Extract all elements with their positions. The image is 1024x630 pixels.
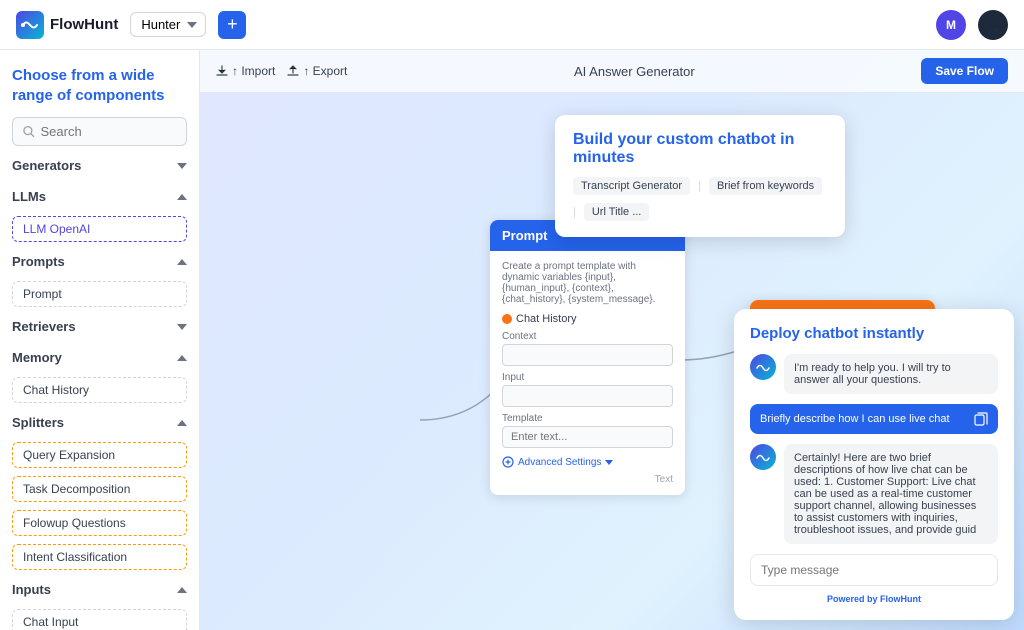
component-chat-input[interactable]: Chat Input bbox=[12, 609, 187, 630]
bot-avatar-2 bbox=[750, 444, 776, 470]
footer-brand: FlowHunt bbox=[880, 594, 921, 604]
add-button[interactable]: + bbox=[218, 11, 246, 39]
bot-bubble-2: Certainly! Here are two brief descriptio… bbox=[784, 444, 998, 544]
chevron-down-icon bbox=[177, 163, 187, 169]
chevron-down-icon2 bbox=[177, 324, 187, 330]
tag-url[interactable]: Url Title ... bbox=[584, 203, 650, 221]
flow-title: AI Answer Generator bbox=[359, 64, 909, 79]
chat-panel: Deploy chatbot instantly I'm ready to he… bbox=[734, 309, 1014, 620]
chevron-up-icon5 bbox=[177, 587, 187, 593]
chat-input-row[interactable] bbox=[750, 554, 998, 586]
chat-panel-title: Deploy chatbot instantly bbox=[750, 325, 998, 342]
export-icon bbox=[287, 65, 299, 77]
canvas[interactable]: ↑ Import ↑ Export AI Answer Generator Sa… bbox=[200, 50, 1024, 630]
component-llm-openai[interactable]: LLM OpenAI bbox=[12, 216, 187, 242]
template-label: Template bbox=[502, 413, 673, 424]
sidebar: Choose from a wide range of components G… bbox=[0, 50, 200, 630]
avatar: M bbox=[936, 10, 966, 40]
bot-message-2: Certainly! Here are two brief descriptio… bbox=[750, 444, 998, 544]
chat-history-label: Chat History bbox=[516, 313, 577, 325]
bot-message-1: I'm ready to help you. I will try to ans… bbox=[750, 354, 998, 394]
chevron-up-icon2 bbox=[177, 259, 187, 265]
workspace-select[interactable]: Hunter bbox=[130, 12, 206, 37]
app-name: FlowHunt bbox=[50, 16, 118, 33]
settings-icon bbox=[502, 456, 514, 468]
prompt-description: Create a prompt template with dynamic va… bbox=[502, 261, 673, 305]
bot-avatar bbox=[750, 354, 776, 380]
text-label: Text bbox=[502, 474, 673, 485]
copy-icon bbox=[974, 412, 988, 426]
tooltip-title: Build your custom chatbot in minutes bbox=[573, 131, 827, 167]
template-input[interactable] bbox=[502, 426, 673, 448]
tag-brief[interactable]: Brief from keywords bbox=[709, 177, 822, 195]
context-input[interactable] bbox=[502, 344, 673, 366]
sidebar-title: Choose from a wide range of components bbox=[12, 66, 187, 105]
user-message: Briefly describe how I can use live chat bbox=[750, 404, 998, 434]
canvas-toolbar: ↑ Import ↑ Export AI Answer Generator Sa… bbox=[200, 50, 1024, 93]
bot-bubble-1: I'm ready to help you. I will try to ans… bbox=[784, 354, 998, 394]
section-splitters[interactable]: Splitters bbox=[12, 411, 187, 434]
component-followup-questions[interactable]: Folowup Questions bbox=[12, 510, 187, 536]
search-box[interactable] bbox=[12, 117, 187, 146]
component-prompt[interactable]: Prompt bbox=[12, 281, 187, 307]
component-query-expansion[interactable]: Query Expansion bbox=[12, 442, 187, 468]
logo-icon bbox=[16, 11, 44, 39]
chevron-up-icon4 bbox=[177, 420, 187, 426]
logo: FlowHunt bbox=[16, 11, 118, 39]
export-button[interactable]: ↑ Export bbox=[287, 64, 347, 78]
component-intent-classification[interactable]: Intent Classification bbox=[12, 544, 187, 570]
prompt-node[interactable]: Prompt Create a prompt template with dyn… bbox=[490, 220, 685, 495]
search-icon bbox=[23, 125, 35, 138]
component-chat-history[interactable]: Chat History bbox=[12, 377, 187, 403]
tag-transcript[interactable]: Transcript Generator bbox=[573, 177, 690, 195]
search-input[interactable] bbox=[41, 124, 176, 139]
dark-mode-toggle[interactable] bbox=[978, 10, 1008, 40]
input-label: Input bbox=[502, 372, 673, 383]
advanced-settings-prompt[interactable]: Advanced Settings bbox=[502, 456, 673, 468]
section-llms[interactable]: LLMs bbox=[12, 185, 187, 208]
input-field[interactable] bbox=[502, 385, 673, 407]
section-generators[interactable]: Generators bbox=[12, 154, 187, 177]
section-prompts[interactable]: Prompts bbox=[12, 250, 187, 273]
context-label: Context bbox=[502, 331, 673, 342]
tooltip-tags: Transcript Generator | Brief from keywor… bbox=[573, 177, 827, 221]
save-flow-button[interactable]: Save Flow bbox=[921, 58, 1008, 84]
prompt-node-body: Create a prompt template with dynamic va… bbox=[490, 251, 685, 495]
chat-message-input[interactable] bbox=[761, 563, 987, 577]
chevron-up-icon3 bbox=[177, 355, 187, 361]
chevron-icon bbox=[605, 460, 613, 465]
import-icon bbox=[216, 65, 228, 77]
tooltip-build-chatbot: Build your custom chatbot in minutes Tra… bbox=[555, 115, 845, 237]
topnav: FlowHunt Hunter + M bbox=[0, 0, 1024, 50]
chat-history-dot bbox=[502, 314, 512, 324]
section-retrievers[interactable]: Retrievers bbox=[12, 315, 187, 338]
section-inputs[interactable]: Inputs bbox=[12, 578, 187, 601]
chevron-up-icon bbox=[177, 194, 187, 200]
import-button[interactable]: ↑ Import bbox=[216, 64, 275, 78]
chat-footer: Powered by FlowHunt bbox=[750, 594, 998, 604]
component-task-decomposition[interactable]: Task Decomposition bbox=[12, 476, 187, 502]
main-layout: Choose from a wide range of components G… bbox=[0, 50, 1024, 630]
section-memory[interactable]: Memory bbox=[12, 346, 187, 369]
